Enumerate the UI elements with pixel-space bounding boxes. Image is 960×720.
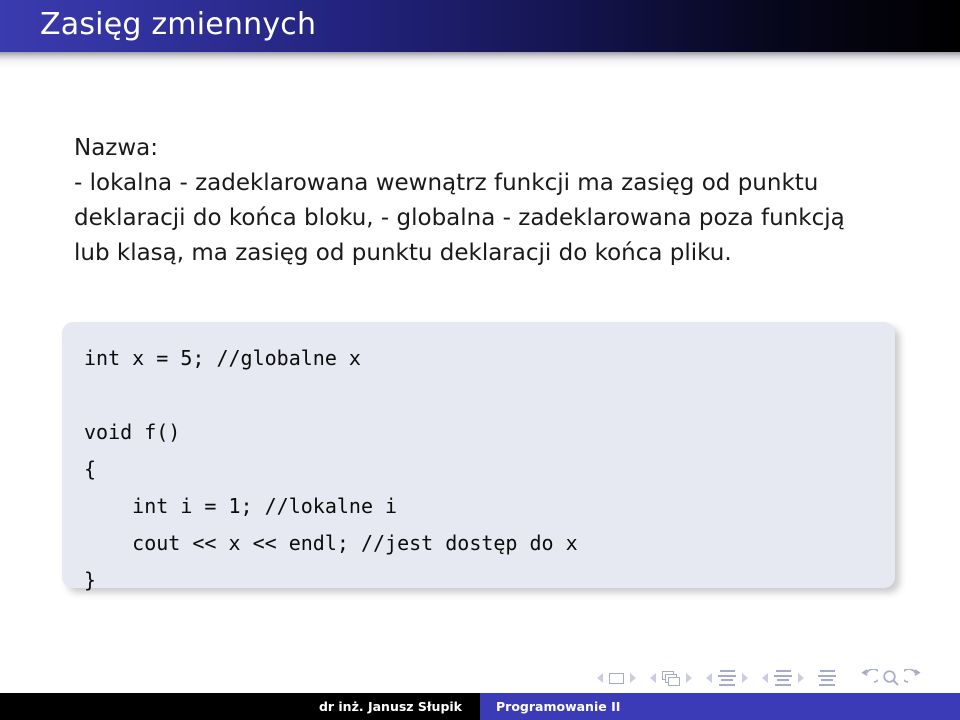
prev-subsection-icon[interactable] <box>706 673 712 683</box>
slide-icon[interactable] <box>609 672 624 684</box>
code-block: int x = 5; //globalne x void f() { int i… <box>62 322 895 592</box>
subsection-nav[interactable] <box>706 670 748 686</box>
section-icon[interactable] <box>774 670 792 686</box>
section-nav[interactable] <box>762 670 804 686</box>
next-section-icon[interactable] <box>798 673 804 683</box>
slide-title-bar: Zasięg zmiennych <box>0 0 960 52</box>
prev-section-icon[interactable] <box>762 673 768 683</box>
code-listing: int x = 5; //globalne x void f() { int i… <box>84 346 578 592</box>
next-slide-icon[interactable] <box>630 673 636 683</box>
presentation-icon[interactable] <box>818 670 836 686</box>
content-heading: Nazwa: <box>74 135 159 161</box>
forward-icon[interactable] <box>904 669 924 687</box>
content-body: - lokalna - zadeklarowana wewnątrz funkc… <box>74 170 845 266</box>
slide-footer: dr inż. Janusz Słupik Programowanie II <box>0 693 960 720</box>
title-bar-shadow <box>0 52 960 68</box>
beamer-navigation-bar[interactable] <box>597 667 924 689</box>
search-icon[interactable] <box>881 669 901 687</box>
history-nav[interactable] <box>858 669 924 687</box>
frame-nav[interactable] <box>650 670 692 686</box>
next-subsection-icon[interactable] <box>742 673 748 683</box>
page-title: Zasięg zmiennych <box>40 7 317 42</box>
subsection-icon[interactable] <box>718 670 736 686</box>
footer-author: dr inż. Janusz Słupik <box>318 699 462 714</box>
footer-subject: Programowanie II <box>496 699 621 714</box>
footer-author-section: dr inż. Janusz Słupik <box>0 693 480 720</box>
next-frame-icon[interactable] <box>686 673 692 683</box>
frames-icon[interactable] <box>662 670 680 686</box>
back-icon[interactable] <box>858 669 878 687</box>
slide-nav[interactable] <box>597 672 636 684</box>
prev-frame-icon[interactable] <box>650 673 656 683</box>
footer-subject-section: Programowanie II <box>480 693 960 720</box>
prev-slide-icon[interactable] <box>597 673 603 683</box>
